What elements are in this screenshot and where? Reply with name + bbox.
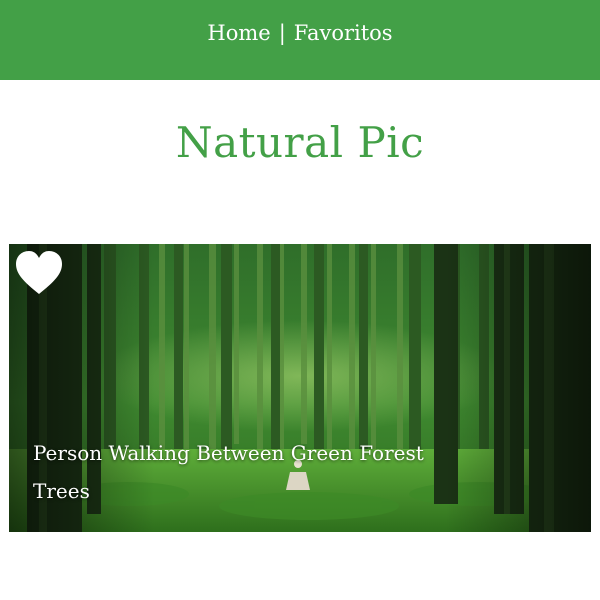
nav-separator: |	[278, 21, 286, 45]
nav-link-home[interactable]: Home	[207, 21, 270, 45]
heart-icon[interactable]	[14, 250, 64, 296]
nav-link-favorites[interactable]: Favoritos	[294, 21, 393, 45]
top-navbar: Home | Favoritos	[0, 0, 600, 80]
page-title: Natural Pic	[175, 118, 425, 167]
card-caption: Person Walking Between Green Forest Tree…	[33, 441, 424, 503]
photo-card[interactable]: Person Walking Between Green Forest Tree…	[9, 244, 591, 532]
